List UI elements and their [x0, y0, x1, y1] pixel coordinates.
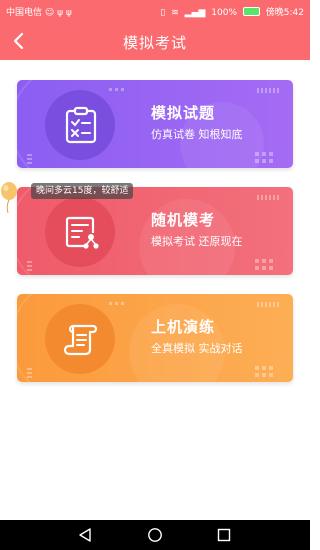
back-triangle-icon[interactable] — [77, 527, 93, 543]
page-title: 模拟考试 — [122, 34, 187, 52]
card-title: 上机演练 — [151, 318, 216, 336]
card-subtitle: 全真模拟 实战对话 — [151, 342, 243, 355]
weather-balloon-icon[interactable] — [0, 180, 20, 214]
card-random-exam[interactable]: 随机模考 模拟考试 还原现在 — [17, 187, 293, 275]
vibrate-icon: ▯ — [160, 8, 166, 18]
card-mock-questions[interactable]: 模拟试题 仿真试卷 知根知底 — [17, 80, 293, 168]
battery-percent: 100% — [211, 8, 238, 18]
home-circle-icon[interactable] — [147, 527, 163, 543]
title-bar: 模拟考试 — [0, 22, 310, 60]
signal-icon: ▂▄▆ — [184, 8, 206, 18]
status-bar: 中国电信 ☺ ψ ψ ▯ ≋ ▂▄▆ 100% 傍晚5:42 — [0, 0, 310, 22]
clock: 傍晚5:42 — [265, 8, 304, 18]
system-navigation-bar — [0, 520, 310, 550]
clipboard-checklist-icon — [65, 106, 97, 144]
weather-tooltip: 晚间多云15度，较舒适 — [31, 183, 134, 199]
scroll-icon — [63, 324, 98, 356]
wifi-icon: ≋ — [171, 8, 179, 18]
card-subtitle: 模拟考试 还原现在 — [151, 235, 243, 248]
recent-apps-icon[interactable] — [216, 527, 232, 543]
card-title: 随机模考 — [151, 211, 216, 229]
battery-icon — [242, 7, 260, 16]
card-title: 模拟试题 — [151, 104, 216, 122]
notification-icons: ☺ ψ ψ — [44, 8, 72, 18]
document-network-icon — [65, 216, 99, 249]
carrier-label: 中国电信 — [6, 8, 43, 18]
card-practice[interactable]: 上机演练 全真模拟 实战对话 — [17, 294, 293, 382]
card-subtitle: 仿真试卷 知根知底 — [151, 128, 243, 141]
